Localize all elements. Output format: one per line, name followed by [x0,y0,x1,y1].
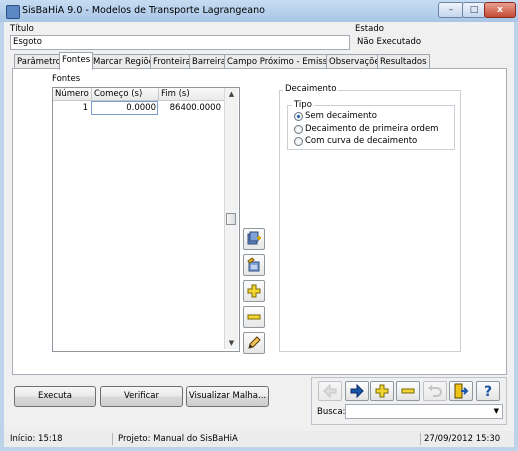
status-datetime: 27/09/2012 15:30 [424,434,501,444]
table-cell-fim[interactable]: 86400.0000 [159,102,221,114]
exit-icon [454,383,469,399]
option-sem-decaimento[interactable]: Sem decaimento [305,111,377,121]
estado-label: Estado [355,24,384,34]
chevron-down-icon[interactable]: ▼ [494,405,499,418]
window-title: SisBaHiA 9.0 - Modelos de Transporte Lag… [22,5,265,16]
remove-record-button[interactable] [396,381,420,401]
status-separator [112,433,113,445]
scroll-thumb[interactable] [226,213,236,225]
tab-fronteira[interactable]: Fronteira [150,54,194,69]
edit-source-button[interactable] [243,254,265,276]
undo-icon [428,385,442,397]
remove-icon [247,314,261,320]
status-inicio: Início: 15:18 [10,434,63,444]
help-button[interactable]: ? [476,381,500,401]
fontes-label: Fontes [52,74,81,84]
minimize-button[interactable]: – [438,2,464,18]
table-scrollbar[interactable]: ▲ ▼ [224,88,238,349]
back-button[interactable] [318,381,342,401]
table-cell-comeco[interactable]: 0.0000 [91,101,158,115]
radio-curva-decaimento[interactable] [294,137,303,146]
table-cell-numero[interactable]: 1 [53,102,88,114]
fontes-table[interactable]: Número Começo (s) Fim (s) 1 0.0000 86400… [52,87,240,352]
decaimento-label: Decaimento [283,84,339,94]
forward-arrow-icon [350,384,364,398]
remove-icon [401,388,415,394]
remove-source-button[interactable] [243,306,265,328]
estado-value: Não Executado [357,37,422,47]
back-arrow-icon [323,384,337,398]
close-button[interactable]: x [484,2,516,18]
undo-button[interactable] [423,381,447,401]
option-curva-decaimento[interactable]: Com curva de decaimento [305,136,417,146]
maximize-button[interactable]: □ [462,2,486,18]
exit-button[interactable] [449,381,473,401]
column-header-fim[interactable]: Fim (s) [159,88,227,101]
add-icon [375,384,389,398]
edit-button[interactable] [243,332,265,354]
status-projeto: Projeto: Manual do SisBaHiA [118,434,238,444]
forward-button[interactable] [345,381,369,401]
radio-primeira-ordem[interactable] [294,125,303,134]
tab-fontes[interactable]: Fontes [59,52,94,70]
visualizar-malha-button[interactable]: Visualizar Malha... [186,386,269,407]
edit-source-icon [247,257,260,272]
titulo-input[interactable]: Esgoto [10,35,350,50]
help-icon: ? [484,384,492,399]
column-header-comeco[interactable]: Começo (s) [92,88,159,101]
executa-button[interactable]: Executa [14,386,96,407]
tab-resultados[interactable]: Resultados [377,54,430,69]
titulo-label: Título [10,24,34,34]
scroll-down-icon[interactable]: ▼ [225,337,238,349]
add-icon [247,284,261,298]
import-source-button[interactable] [243,228,265,250]
tab-barreira[interactable]: Barreira [189,54,229,69]
verificar-button[interactable]: Verificar [100,386,183,407]
status-bar: Início: 15:18 Projeto: Manual do SisBaHi… [4,431,514,447]
radio-sem-decaimento[interactable] [294,112,303,121]
add-source-button[interactable] [243,280,265,302]
busca-combobox[interactable]: ▼ [345,404,503,419]
app-icon [6,5,20,19]
column-header-numero[interactable]: Número [53,88,92,101]
tipo-label: Tipo [292,100,314,110]
pencil-icon [248,336,261,349]
import-source-icon [247,231,261,245]
scroll-up-icon[interactable]: ▲ [225,88,238,100]
status-separator [420,433,421,445]
option-primeira-ordem[interactable]: Decaimento de primeira ordem [305,124,438,134]
svg-text:?: ? [484,384,492,399]
add-record-button[interactable] [370,381,394,401]
busca-label: Busca: [317,407,346,417]
